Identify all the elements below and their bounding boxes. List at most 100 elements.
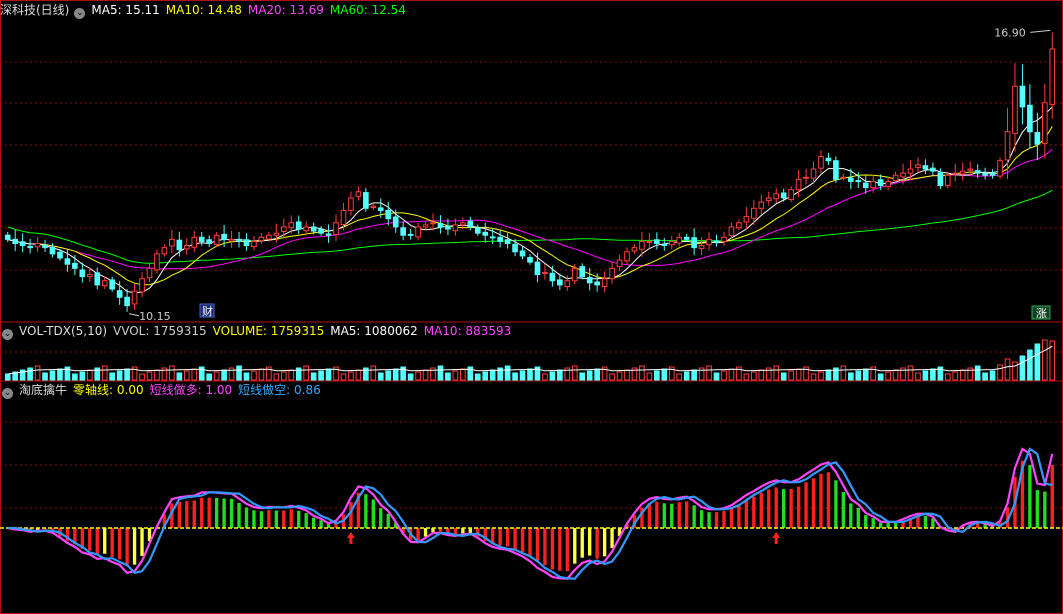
candle xyxy=(445,225,451,230)
candle xyxy=(109,279,115,290)
candle xyxy=(631,247,638,252)
candle xyxy=(154,253,160,271)
candle xyxy=(183,245,190,250)
candle xyxy=(862,182,869,189)
main-panel-header: 深科技(日线) ⌄ MA5: 15.11 MA10: 14.48 MA20: 13.69… xyxy=(0,2,412,19)
volume-bar xyxy=(862,368,869,381)
long-signal-line xyxy=(7,447,1054,580)
candle xyxy=(273,232,280,236)
volume-bar xyxy=(773,365,780,381)
candle xyxy=(803,176,809,179)
candle xyxy=(519,250,526,257)
candle xyxy=(661,243,668,247)
candle xyxy=(967,168,974,171)
volume-bar xyxy=(788,370,794,381)
candle xyxy=(930,167,936,172)
volume-bar xyxy=(116,370,123,381)
buy-signal-arrow-icon xyxy=(772,532,781,544)
candle xyxy=(833,160,839,180)
candle xyxy=(900,172,906,178)
candle xyxy=(1004,131,1011,161)
volume-bar xyxy=(101,365,108,381)
candle xyxy=(221,233,227,240)
candle xyxy=(527,257,533,263)
candle xyxy=(594,281,600,286)
volume-bar xyxy=(982,372,988,381)
oscillator-title: 淘底擒牛 xyxy=(19,383,68,397)
candle xyxy=(169,238,175,247)
candle xyxy=(139,278,145,293)
candle xyxy=(392,216,399,228)
candle xyxy=(303,226,309,232)
vvol-label: VVOL: 1759315 xyxy=(113,324,207,338)
candle xyxy=(467,220,474,228)
buy-signal-arrow-icon xyxy=(346,532,355,544)
candle xyxy=(340,209,347,225)
volume-bar xyxy=(325,368,332,381)
candle xyxy=(251,240,257,247)
candle xyxy=(57,251,63,259)
volume-bar xyxy=(952,371,959,381)
candle xyxy=(355,191,362,197)
candle xyxy=(1041,102,1048,144)
candle xyxy=(825,157,832,162)
candle xyxy=(706,238,712,246)
volume-bar xyxy=(892,369,899,381)
candle xyxy=(176,239,183,251)
volume-bar xyxy=(415,371,421,381)
volume-bar xyxy=(370,365,377,381)
candle xyxy=(42,244,48,249)
volume-bar xyxy=(877,373,884,381)
volume-panel-header: ⌄ VOL-TDX(5,10) VVOL: 1759315 VOLUME: 17593… xyxy=(0,323,517,340)
volume-bar xyxy=(959,369,966,381)
volume-bar xyxy=(49,370,56,381)
candle xyxy=(982,172,988,176)
candle xyxy=(407,233,414,236)
volume-bar xyxy=(355,369,362,381)
candle xyxy=(1049,48,1056,105)
finance-event-text: 财 xyxy=(202,304,213,318)
candle xyxy=(4,234,11,240)
volume-bar xyxy=(571,365,578,381)
volume-bar xyxy=(392,368,399,381)
candle xyxy=(892,174,899,182)
candle xyxy=(616,259,623,268)
candle xyxy=(646,240,653,243)
candle xyxy=(721,236,727,242)
volume-bar xyxy=(340,373,347,381)
volume-bar xyxy=(489,369,496,381)
candle xyxy=(474,227,481,234)
candle xyxy=(430,222,436,225)
volume-bar xyxy=(4,373,11,381)
volume-bar xyxy=(251,370,257,381)
volume-toggle-icon[interactable]: ⌄ xyxy=(2,329,13,340)
candle xyxy=(907,168,914,174)
candle xyxy=(549,272,556,282)
candle xyxy=(564,280,571,288)
candle xyxy=(676,236,683,244)
candle xyxy=(624,251,630,262)
collapse-toggle-icon[interactable]: ⌄ xyxy=(74,8,86,19)
volume-bar xyxy=(624,369,630,381)
high-price-label: 16.90 xyxy=(994,26,1026,39)
volume-bar xyxy=(280,371,287,381)
volume-bar xyxy=(310,372,317,381)
oscillator-toggle-icon[interactable]: ⌄ xyxy=(2,388,13,399)
candle xyxy=(848,177,854,182)
volume-bar xyxy=(997,364,1003,381)
volume-bar xyxy=(825,369,832,381)
candle xyxy=(146,267,153,279)
chart-canvas[interactable]: 16.90 10.15 财 涨 xyxy=(0,0,1063,614)
candle xyxy=(668,240,675,246)
volume-bar xyxy=(258,368,265,381)
candle xyxy=(288,222,295,229)
volume-bar xyxy=(795,368,802,381)
candle xyxy=(422,224,429,228)
volume-bar xyxy=(34,365,41,381)
volume-bar xyxy=(676,373,683,381)
low-price-pointer xyxy=(129,313,140,317)
candle xyxy=(161,247,168,255)
candle xyxy=(363,192,369,209)
candle xyxy=(945,174,951,187)
candle xyxy=(952,172,959,175)
